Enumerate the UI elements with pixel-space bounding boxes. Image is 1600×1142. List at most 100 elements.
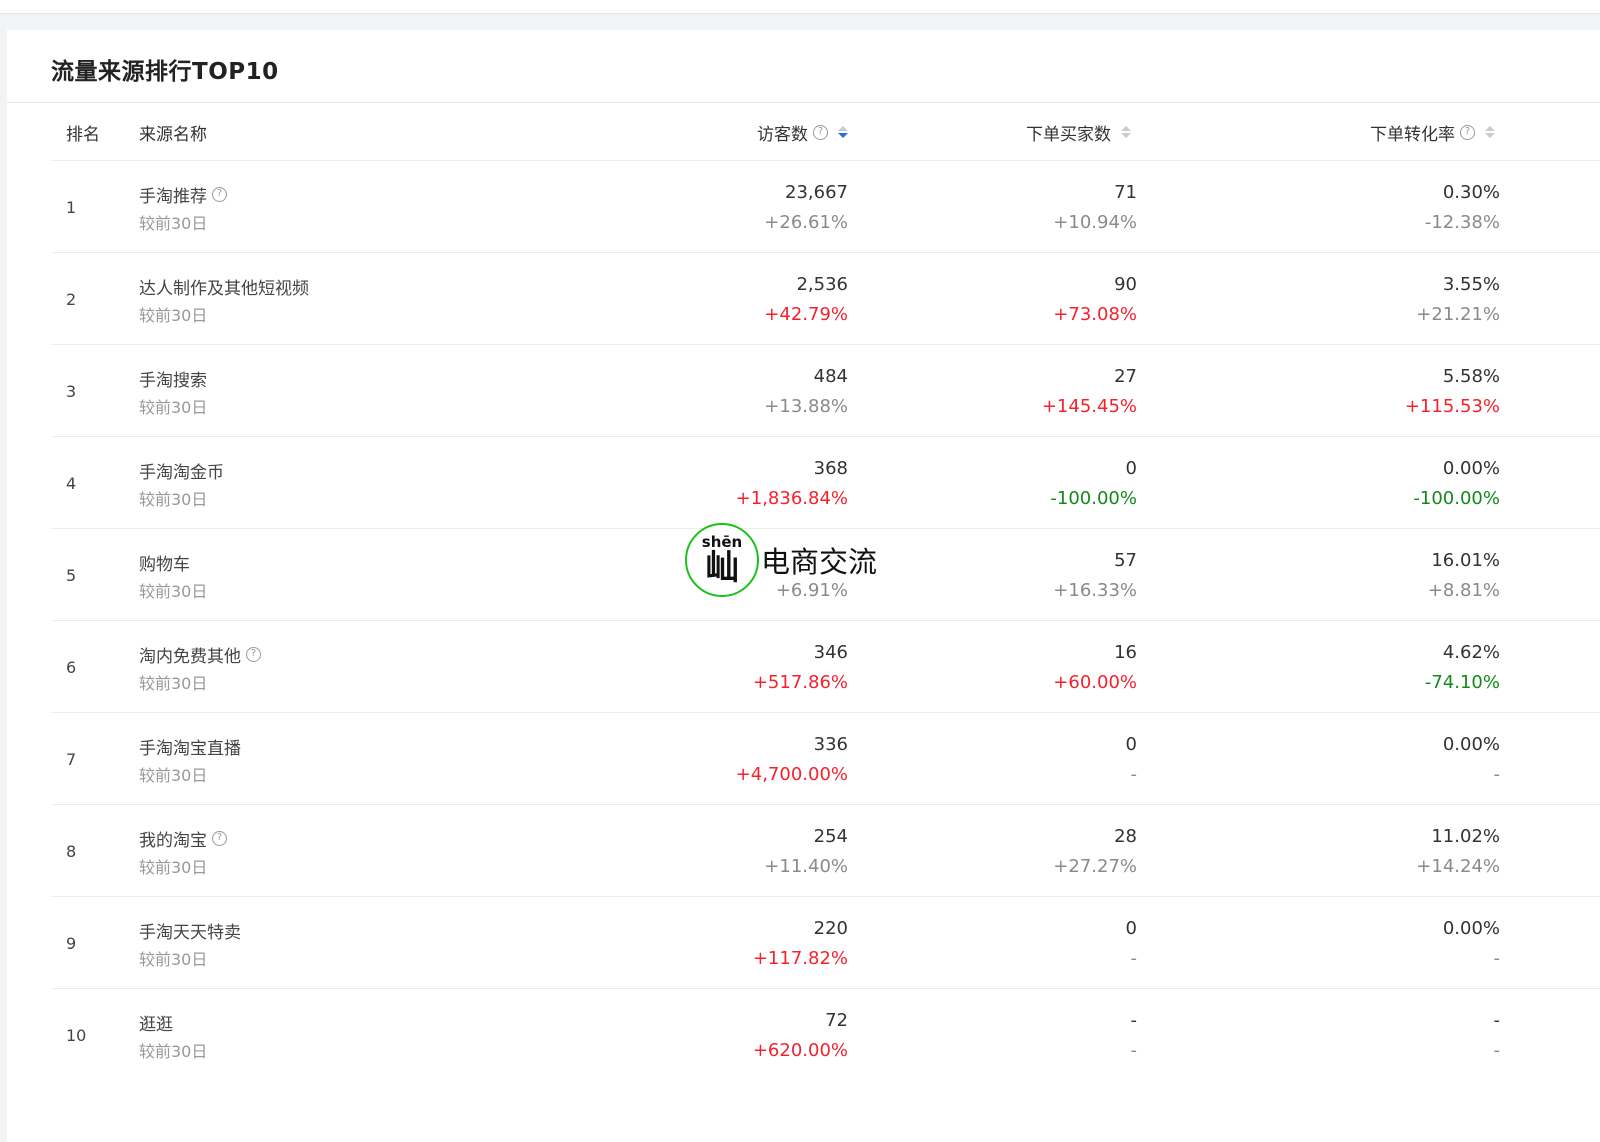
conversion-cell: -- (1494, 1009, 1501, 1063)
compare-label: 较前30日 (139, 858, 208, 877)
header-conversion-rate[interactable]: 下单转化率 ? (1370, 103, 1495, 161)
conversion-cell: 0.30% -12.38% (1425, 181, 1500, 235)
buyers-cell: 0 -100.00% (1050, 457, 1137, 511)
source-name: 手淘搜索 (139, 370, 207, 391)
buyers-cell: 57 +16.33% (1053, 549, 1137, 603)
conversion-cell: 5.58% +115.53% (1405, 365, 1500, 419)
rank-cell: 1 (66, 197, 77, 217)
visitors-value: 484 (813, 366, 848, 387)
buyers-change: +73.08% (1053, 304, 1137, 325)
visitors-cell: 336 +4,700.00% (736, 733, 848, 787)
sort-caret-icon[interactable] (1121, 126, 1131, 138)
compare-label: 较前30日 (139, 1042, 208, 1061)
table-row[interactable]: 3 手淘搜索 较前30日 484 +13.88% 27 +145.45% 5.58% +115.… (51, 345, 1600, 437)
buyers-cell: 28 +27.27% (1053, 825, 1137, 879)
source-name: 手淘淘宝直播 (139, 738, 241, 759)
conversion-value: 0.00% (1442, 458, 1500, 479)
sort-asc-icon[interactable] (1121, 126, 1131, 131)
watermark-logo: shēn 屾 (685, 522, 759, 597)
conversion-change: +115.53% (1404, 396, 1500, 417)
visitors-change: +42.79% (764, 304, 848, 325)
question-circle-icon[interactable]: ? (1460, 124, 1475, 140)
compare-label: 较前30日 (139, 674, 208, 693)
table-row[interactable]: 7 手淘淘宝直播 较前30日 336 +4,700.00% 0-0.00% - (51, 713, 1600, 805)
buyers-value: 0 (1125, 734, 1137, 755)
sort-desc-icon[interactable] (1121, 133, 1131, 138)
question-circle-icon[interactable]: ? (212, 186, 227, 202)
source-name: 达人制作及其他短视频 (139, 278, 309, 299)
rank-cell: 2 (66, 289, 77, 309)
buyers-change: - (1130, 1040, 1138, 1061)
visitors-cell: 23,667 +26.61% (764, 181, 848, 235)
visitors-change: +620.00% (752, 1040, 848, 1061)
rank-cell: 8 (66, 841, 77, 861)
table-row[interactable]: 4 手淘淘金币 较前30日 368 +1,836.84% 0 -100.00% 0.00% -1… (51, 437, 1600, 529)
buyers-cell: 0- (1126, 917, 1137, 971)
conversion-value: - (1493, 1010, 1501, 1031)
header-visitors-label: 访客数 (757, 124, 808, 145)
sort-asc-icon[interactable] (1485, 126, 1495, 131)
visitors-value: 336 (813, 734, 848, 755)
source-name: 淘内免费其他 (139, 646, 241, 667)
buyers-value: 27 (1114, 366, 1137, 387)
source-name-line: 手淘搜索 (139, 367, 207, 391)
source-name-line: 淘内免费其他? (139, 643, 261, 667)
conversion-cell: 0.00% -100.00% (1413, 457, 1500, 511)
table-row[interactable]: 10 逛逛 较前30日 72 +620.00% - - - - (51, 989, 1600, 1081)
question-circle-icon[interactable]: ? (212, 830, 227, 846)
visitors-change: +11.40% (764, 856, 848, 877)
header-buyers[interactable]: 下单买家数 (1026, 103, 1131, 161)
source-name: 手淘天天特卖 (139, 922, 241, 943)
header-visitors[interactable]: 访客数 ? (757, 103, 848, 161)
compare-label: 较前30日 (139, 306, 208, 325)
conversion-change: -12.38% (1424, 212, 1500, 233)
source-name-cell: 淘内免费其他? 较前30日 (139, 643, 261, 694)
conversion-value: 3.55% (1442, 274, 1500, 295)
source-name: 我的淘宝 (139, 830, 207, 851)
visitors-change: +4,700.00% (735, 764, 848, 785)
buyers-change: - (1130, 764, 1138, 785)
conversion-value: 0.30% (1442, 182, 1500, 203)
source-name-line: 手淘推荐? (139, 183, 227, 207)
rank-cell: 7 (66, 749, 77, 769)
sort-asc-icon[interactable] (838, 126, 848, 131)
buyers-value: 57 (1114, 550, 1137, 571)
source-name-cell: 我的淘宝? 较前30日 (139, 827, 227, 878)
sort-desc-icon[interactable] (1485, 133, 1495, 138)
source-name-cell: 手淘淘金币 较前30日 (139, 459, 224, 510)
visitors-cell: 484 +13.88% (764, 365, 848, 419)
buyers-change: +27.27% (1053, 856, 1137, 877)
conversion-change: - (1493, 948, 1501, 969)
table-row[interactable]: 8 我的淘宝? 较前30日 254 +11.40% 28 +27.27% 11.02% +14.… (51, 805, 1600, 897)
source-name-line: 我的淘宝? (139, 827, 227, 851)
visitors-change: +517.86% (752, 672, 848, 693)
top-panel-strip (0, 0, 1600, 14)
table-row[interactable]: 6 淘内免费其他? 较前30日 346 +517.86% 16 +60.00% 4.62% -7… (51, 621, 1600, 713)
rank-cell: 4 (66, 473, 77, 493)
conversion-change: - (1493, 1040, 1501, 1061)
sort-desc-icon[interactable] (838, 133, 848, 138)
conversion-change: +8.81% (1427, 580, 1500, 601)
source-name: 手淘淘金币 (139, 462, 224, 483)
visitors-cell: 368 +1,836.84% (736, 457, 848, 511)
visitors-cell: 254 +11.40% (764, 825, 848, 879)
visitors-cell: 72 +620.00% (753, 1009, 848, 1063)
table-row[interactable]: 9 手淘天天特卖 较前30日 220 +117.82% 0-0.00% - (51, 897, 1600, 989)
visitors-value: 2,536 (796, 274, 848, 295)
table-row[interactable]: 1 手淘推荐? 较前30日 23,667 +26.61% 71 +10.94% 0.30% -1… (51, 161, 1600, 253)
question-circle-icon[interactable]: ? (246, 646, 261, 662)
source-name-cell: 手淘推荐? 较前30日 (139, 183, 227, 234)
source-name-cell: 逛逛较前30日 (139, 1011, 207, 1062)
rank-cell: 10 (66, 1025, 87, 1045)
conversion-cell: 3.55% +21.21% (1416, 273, 1500, 327)
visitors-value: 220 (813, 918, 848, 939)
sort-caret-icon[interactable] (838, 126, 848, 138)
compare-label: 较前30日 (139, 398, 208, 417)
watermark-text: 电商交流 (761, 544, 878, 579)
sort-caret-icon[interactable] (1485, 126, 1495, 138)
table-row[interactable]: 2 达人制作及其他短视频 较前30日 2,536 +42.79% 90 +73.08% 3.5… (51, 253, 1600, 345)
question-circle-icon[interactable]: ? (813, 124, 828, 140)
conversion-change: +14.24% (1416, 856, 1500, 877)
buyers-change: - (1130, 948, 1138, 969)
source-name-line: 逛逛 (139, 1011, 207, 1035)
